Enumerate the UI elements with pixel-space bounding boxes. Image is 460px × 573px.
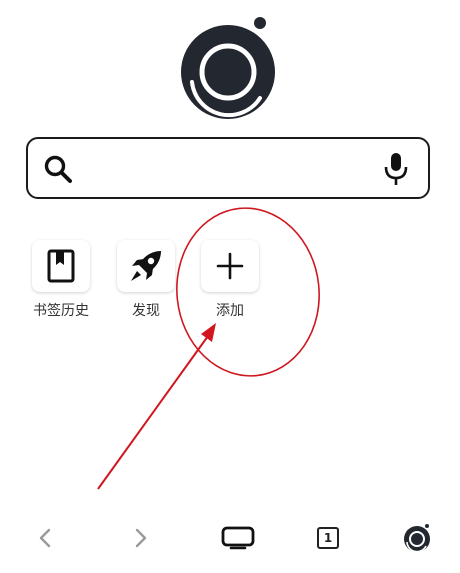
shortcut-discover[interactable]: 发现 [104,240,188,320]
tab-count-button[interactable]: 1 [308,520,348,556]
shortcut-tile[interactable] [201,240,259,292]
app-logo-icon [181,17,275,119]
app-logo [180,16,280,120]
shortcut-label: 添加 [216,303,244,319]
tabs-view-button[interactable] [218,520,258,556]
shortcut-label: 书签历史 [33,303,89,319]
shortcut-bookmark-history[interactable]: 书签历史 [19,240,103,320]
forward-button[interactable] [121,520,161,556]
bottom-toolbar: 1 [0,510,460,566]
app-logo-icon [404,524,430,553]
search-input[interactable] [84,149,388,191]
search-bar[interactable] [26,137,430,199]
tablet-icon [221,526,255,550]
rocket-icon [131,251,161,281]
search-icon[interactable] [42,153,74,185]
shortcut-label: 发现 [132,303,160,319]
tab-count: 1 [317,527,339,549]
menu-button[interactable] [397,520,437,556]
shortcut-add[interactable]: 添加 [188,240,272,320]
shortcut-tile[interactable] [32,240,90,292]
microphone-icon[interactable] [382,151,410,187]
chevron-right-icon [135,528,147,548]
shortcut-tile[interactable] [117,240,175,292]
chevron-left-icon [39,528,51,548]
bookmark-icon [47,249,75,283]
back-button[interactable] [25,520,65,556]
annotation-arrow-line [97,335,209,490]
annotation-arrow-head [201,323,216,342]
plus-icon [216,252,244,280]
